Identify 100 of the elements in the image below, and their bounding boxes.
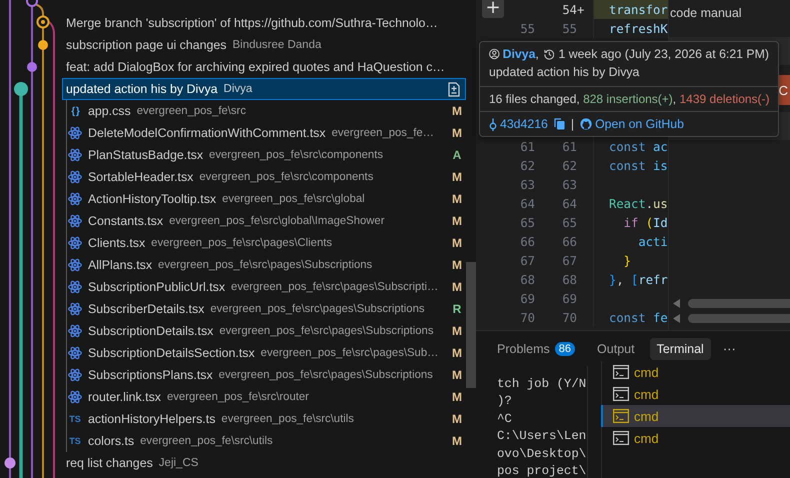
code-line: if (Id	[622, 216, 668, 230]
separator-text: ,	[535, 46, 539, 60]
code-line: React.us	[609, 196, 668, 210]
file-status: M	[452, 434, 462, 448]
author-link[interactable]: Divya	[502, 46, 536, 60]
file-row[interactable]: AllPlans.tsx evergreen_pos_fe\src\pages\Subscriptions M	[67, 254, 466, 276]
line-number: 67	[519, 254, 535, 268]
react-icon	[68, 346, 82, 360]
code-line: }, [refr	[609, 272, 668, 286]
commit-row[interactable]: updated action his by Divya Divya	[62, 78, 466, 100]
file-name: SubscriptionsPlans.tsx	[88, 368, 213, 382]
scrollbar-thumb[interactable]	[688, 299, 790, 308]
more-button[interactable]: ···	[718, 341, 740, 356]
file-row[interactable]: Clients.tsx evergreen_pos_fe\src\pages\Clients M	[67, 232, 466, 254]
code-line: acti	[637, 234, 668, 248]
line-number: 67	[561, 254, 577, 268]
terminal-item[interactable]: cmd	[601, 361, 790, 383]
terminal-line: pos project\	[497, 463, 587, 478]
terminal-line: tch job (Y/N	[497, 376, 587, 393]
react-icon	[68, 280, 82, 294]
file-row[interactable]: SubscriptionDetailsSection.tsx evergreen_pos_fe\src\pages\Sub… M	[67, 342, 466, 364]
react-icon	[68, 214, 82, 228]
commit-hash-link[interactable]: 43d4216	[500, 117, 548, 131]
panel-tab[interactable]: Problems 86	[497, 338, 582, 360]
file-row[interactable]: router.link.tsx evergreen_pos_fe\src\router M	[67, 386, 466, 408]
file-name: DeleteModelConfirmationWithComment.tsx	[88, 126, 326, 140]
history-icon	[544, 48, 554, 60]
terminal-line: )?	[497, 393, 513, 410]
terminal-line: ^C	[497, 410, 513, 428]
terminal-icon	[613, 387, 629, 401]
file-name: app.css	[88, 104, 131, 118]
file-path: evergreen_pos_fe\src\pages\Subscriptions	[218, 369, 433, 381]
terminal-item[interactable]: cmd	[601, 383, 790, 405]
panel-tab[interactable]: Terminal	[650, 338, 711, 360]
file-row[interactable]: TS colors.ts evergreen_pos_fe\src\utils M	[67, 430, 466, 452]
file-name: ActionHistoryTooltip.tsx	[88, 192, 216, 206]
chat-text: code manual	[669, 5, 743, 22]
code-line: refreshK	[609, 22, 668, 36]
file-row[interactable]: DeleteModelConfirmationWithComment.tsx evergreen_pos_fe… M	[67, 122, 466, 144]
diff-marker: +	[577, 2, 586, 16]
react-icon	[68, 192, 82, 206]
file-path: evergreen_pos_fe\src\utils	[140, 435, 273, 447]
scrollbar-thumb[interactable]	[466, 262, 476, 388]
line-number: 63	[519, 178, 535, 192]
ts-icon: TS	[68, 414, 82, 424]
file-path: evergreen_pos_fe\src\global	[222, 193, 365, 205]
commit-row[interactable]: Merge branch 'subscription' of https://github.com/Suthra-Technolo…	[62, 12, 466, 34]
file-row[interactable]: ActionHistoryTooltip.tsx evergreen_pos_fe\src\global M	[67, 188, 466, 210]
github-link[interactable]: Open on GitHub	[595, 117, 684, 131]
file-path: evergreen_pos_fe\src\utils	[221, 413, 354, 425]
file-name: AllPlans.tsx	[88, 258, 152, 272]
file-row[interactable]: PlanStatusBadge.tsx evergreen_pos_fe\src\components A	[67, 144, 466, 166]
file-name: Clients.tsx	[88, 236, 146, 250]
code-line: transfor	[609, 2, 668, 16]
commit-row[interactable]: feat: add DialogBox for archiving expired quotes and HaQuestion c…	[62, 56, 466, 78]
react-icon	[68, 368, 82, 382]
file-path: evergreen_pos_fe…	[332, 127, 434, 139]
terminal-item[interactable]: cmd	[601, 427, 790, 449]
line-number: 55	[519, 22, 535, 36]
commit-time: 1 week ago (July 23, 2026 at 6:21 PM)	[558, 46, 769, 60]
react-icon	[68, 126, 82, 140]
line-number: 66	[561, 234, 577, 248]
line-number: 69	[519, 292, 535, 306]
file-path: evergreen_pos_fe\src\pages\Subscriptions	[210, 303, 425, 315]
file-path: evergreen_pos_fe\src\pages\Clients	[151, 237, 332, 249]
merge-dot	[36, 16, 50, 28]
react-icon	[68, 258, 82, 272]
file-row[interactable]: SubscriberDetails.tsx evergreen_pos_fe\src\pages\Subscriptions R	[67, 298, 466, 320]
scrollbar-thumb[interactable]	[688, 314, 790, 323]
terminal-item[interactable]: cmd	[601, 405, 790, 427]
file-row[interactable]: SubscriptionPublicUrl.tsx evergreen_pos_fe\src\pages\Subscripti… M	[67, 276, 466, 298]
file-row[interactable]: Constants.tsx evergreen_pos_fe\src\global\ImageShower M	[67, 210, 466, 232]
file-row[interactable]: TS actionHistoryHelpers.ts evergreen_pos_fe\src\utils M	[67, 408, 466, 430]
commit-row[interactable]: req list changes Jeji_CS	[62, 452, 466, 474]
line-number: 61	[519, 140, 535, 154]
file-row[interactable]: { } app.css evergreen_pos_fe\src M	[67, 100, 466, 122]
file-row[interactable]: SortableHeader.tsx evergreen_pos_fe\src\components M	[67, 166, 466, 188]
code-line: }	[622, 254, 632, 268]
react-icon	[68, 170, 82, 184]
line-number: 64	[519, 196, 535, 210]
line-number: 66	[519, 234, 535, 248]
file-status: A	[452, 148, 462, 162]
file-row[interactable]: SubscriptionsPlans.tsx evergreen_pos_fe\src\pages\Subscriptions M	[67, 364, 466, 386]
ts-icon: TS	[68, 436, 82, 446]
file-status: M	[452, 412, 462, 426]
file-row[interactable]: SubscriptionDetails.tsx evergreen_pos_fe\src\pages\Subscriptions M	[67, 320, 466, 342]
file-name: Constants.tsx	[88, 214, 164, 228]
file-status: M	[452, 346, 462, 360]
terminal-icon	[613, 431, 629, 445]
file-status: M	[452, 390, 462, 404]
react-icon	[68, 390, 82, 404]
add-comment-button[interactable]: +	[482, 0, 504, 18]
file-name: router.link.tsx	[88, 390, 161, 404]
commit-icon	[489, 118, 497, 130]
file-path: evergreen_pos_fe\src\components	[199, 171, 374, 183]
line-number: 65	[519, 216, 535, 230]
line-number: 62	[519, 158, 535, 172]
panel-tab[interactable]: Output	[590, 338, 642, 360]
file-name: SortableHeader.tsx	[88, 170, 194, 184]
commit-row[interactable]: subscription page ui changes Bindusree Danda	[62, 34, 466, 56]
